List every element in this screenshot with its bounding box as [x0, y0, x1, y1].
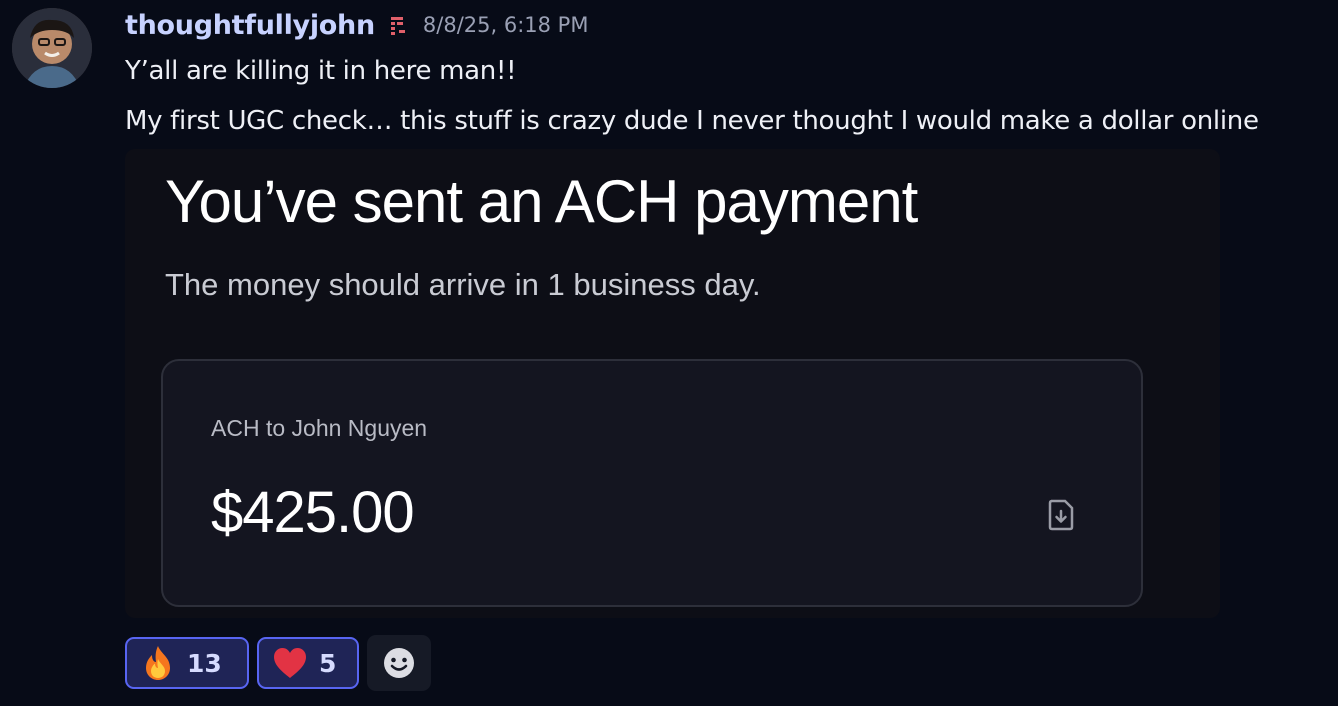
payment-confirmation-title: You’ve sent an ACH payment	[165, 168, 918, 235]
reaction-count: 13	[187, 648, 222, 678]
reaction-heart[interactable]: 5	[257, 637, 359, 689]
reaction-bar: 13 5	[125, 635, 431, 691]
payment-recipient: ACH to John Nguyen	[211, 415, 428, 441]
fire-emoji-icon	[146, 646, 170, 680]
avatar[interactable]	[12, 8, 92, 88]
reaction-count: 5	[319, 648, 337, 678]
message-header: thoughtfullyjohn 8/8/25, 6:18 PM	[125, 8, 588, 42]
server-tag-icon[interactable]	[389, 15, 409, 35]
message-text-line: Y’all are killing it in here man!!	[125, 56, 517, 86]
username[interactable]: thoughtfullyjohn	[125, 10, 375, 41]
message-text-line: My first UGC check… this stuff is crazy …	[125, 106, 1259, 136]
red-heart-emoji-icon	[274, 648, 306, 678]
reaction-fire[interactable]: 13	[125, 637, 249, 689]
payment-amount: $425.00	[211, 480, 415, 545]
payment-card: ACH to John Nguyen $425.00	[161, 359, 1143, 607]
payment-confirmation-subtitle: The money should arrive in 1 business da…	[165, 267, 761, 302]
timestamp: 8/8/25, 6:18 PM	[422, 13, 589, 37]
add-reaction-button[interactable]	[367, 635, 431, 691]
image-attachment[interactable]: You’ve sent an ACH payment The money sho…	[125, 149, 1220, 618]
download-receipt-icon[interactable]	[1047, 499, 1075, 531]
chat-message: thoughtfullyjohn 8/8/25, 6:18 PM Y’all a…	[0, 0, 1338, 706]
add-reaction-smiley-icon	[384, 648, 414, 678]
